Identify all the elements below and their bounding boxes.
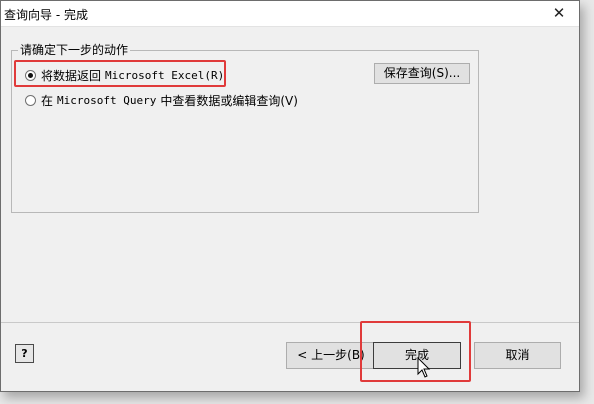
query-wizard-dialog: 查询向导 - 完成 ✕ 请确定下一步的动作 将数据返回 Microsoft Ex…: [0, 0, 580, 392]
save-query-button[interactable]: 保存查询(S)...: [374, 63, 470, 84]
radio-unchecked-icon: [25, 95, 36, 106]
close-icon[interactable]: ✕: [547, 3, 571, 23]
dialog-title: 查询向导 - 完成: [4, 8, 88, 22]
highlight-box-excel-option: [14, 60, 226, 87]
title-bar: 查询向导 - 完成 ✕: [1, 1, 579, 27]
radio-view-app: Microsoft Query: [57, 94, 157, 107]
footer-separator: [1, 322, 579, 323]
cancel-button[interactable]: 取消: [474, 342, 561, 369]
radio-view-suffix: 中查看数据或编辑查询(V): [160, 94, 298, 108]
radio-view-prefix: 在: [41, 94, 54, 108]
highlight-box-finish: [360, 321, 471, 382]
help-icon[interactable]: ?: [15, 344, 34, 363]
mouse-cursor-icon: [417, 357, 431, 378]
group-label: 请确定下一步的动作: [18, 41, 131, 58]
radio-view-in-query[interactable]: 在 Microsoft Query 中查看数据或编辑查询(V): [25, 92, 298, 109]
